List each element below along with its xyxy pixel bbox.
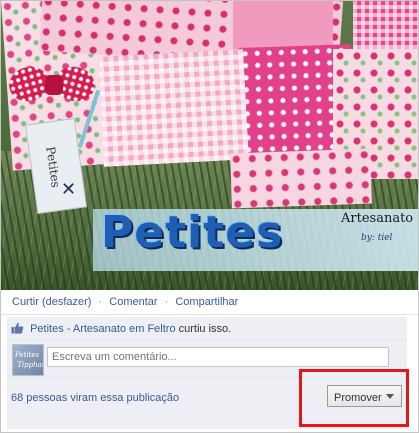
likes-row: Petites - Artesanato em Feltro curtiu is… bbox=[7, 317, 407, 340]
separator: · bbox=[98, 296, 103, 308]
separator: · bbox=[164, 296, 169, 308]
views-count[interactable]: 68 pessoas viram essa publicação bbox=[11, 392, 179, 404]
avatar-logo: Petites Tipphanni bbox=[15, 351, 43, 369]
page-name-link[interactable]: Petites - Artesanato em Feltro bbox=[30, 323, 176, 335]
floral-patch-bottom bbox=[230, 148, 372, 209]
tag-bow-icon: ✕ bbox=[61, 179, 77, 199]
unlike-link[interactable]: Curtir (desfazer) bbox=[12, 296, 91, 308]
likes-suffix: curtiu isso. bbox=[175, 323, 232, 335]
post-photo[interactable]: Petites ✕ Petites Artesanato by: tiel bbox=[1, 1, 418, 290]
highlight-box bbox=[299, 369, 409, 427]
gingham-patch-small bbox=[353, 1, 418, 49]
banner-side-text: Artesanato bbox=[341, 211, 414, 226]
thumbs-up-icon bbox=[11, 322, 24, 334]
banner-title: Petites bbox=[101, 207, 284, 258]
post-frame: Petites ✕ Petites Artesanato by: tiel Cu… bbox=[0, 0, 419, 433]
banner-byline: by: tiel bbox=[361, 233, 393, 243]
avatar[interactable]: Petites Tipphanni bbox=[12, 344, 44, 376]
comment-link[interactable]: Comentar bbox=[109, 296, 157, 308]
tag-label: Petites bbox=[43, 145, 63, 189]
ribbon-bow bbox=[5, 62, 101, 117]
post-actions: Curtir (desfazer) · Comentar · Compartil… bbox=[1, 290, 418, 315]
share-link[interactable]: Compartilhar bbox=[175, 296, 238, 308]
gingham-patch bbox=[98, 49, 249, 167]
comment-input[interactable] bbox=[47, 347, 389, 367]
pink-patch bbox=[233, 1, 333, 49]
